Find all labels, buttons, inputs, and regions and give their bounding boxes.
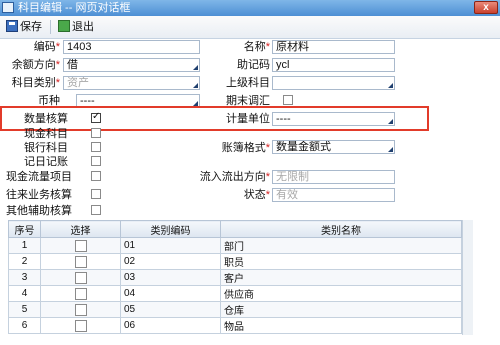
category-select[interactable]: 资产: [63, 76, 200, 90]
inflow-outflow-label: 流入流出方向*: [199, 171, 270, 183]
code-input[interactable]: 1403: [63, 40, 200, 54]
row-name: 部门: [220, 237, 462, 254]
row-name: 供应商: [220, 285, 462, 302]
exit-icon: [58, 20, 70, 32]
save-button[interactable]: 保存: [6, 19, 42, 35]
row-code: 03: [120, 269, 221, 286]
row-checkbox[interactable]: [74, 319, 87, 332]
balance-direction-select[interactable]: 借: [63, 58, 200, 72]
balance-direction-label: 余额方向*: [11, 59, 60, 71]
other-auxiliary-label: 其他辅助核算: [6, 205, 72, 217]
daily-journal-checkbox[interactable]: [91, 156, 101, 166]
category-label: 科目类别*: [11, 77, 60, 89]
header-no: 序号: [8, 220, 41, 238]
row-no: 2: [8, 253, 41, 270]
table-row[interactable]: 2 02 职员: [8, 253, 462, 270]
name-label: 名称*: [243, 41, 270, 53]
row-select[interactable]: [40, 317, 121, 334]
row-select[interactable]: [40, 237, 121, 254]
row-select[interactable]: [40, 253, 121, 270]
category-table: 序号 选择 类别编码 类别名称 1 01 部门 2 02 职员 3 03 客户 …: [8, 220, 462, 334]
row-no: 3: [8, 269, 41, 286]
bank-account-checkbox[interactable]: [91, 142, 101, 152]
row-checkbox[interactable]: [74, 271, 87, 284]
row-checkbox[interactable]: [74, 239, 87, 252]
save-icon: [6, 20, 18, 32]
row-select[interactable]: [40, 301, 121, 318]
row-code: 02: [120, 253, 221, 270]
row-no: 4: [8, 285, 41, 302]
header-select: 选择: [40, 220, 121, 238]
status-label: 状态*: [243, 189, 270, 201]
row-code: 05: [120, 301, 221, 318]
cash-account-label: 现金科目: [24, 128, 68, 140]
mnemonic-input[interactable]: ycl: [272, 58, 395, 72]
row-code: 06: [120, 317, 221, 334]
row-checkbox[interactable]: [74, 287, 87, 300]
table-row[interactable]: 3 03 客户: [8, 269, 462, 286]
row-name: 客户: [220, 269, 462, 286]
table-row[interactable]: 5 05 仓库: [8, 301, 462, 318]
daily-journal-label: 记日记账: [24, 156, 68, 168]
bank-account-label: 银行科目: [24, 142, 68, 154]
row-code: 01: [120, 237, 221, 254]
row-checkbox[interactable]: [74, 303, 87, 316]
row-no: 5: [8, 301, 41, 318]
ledger-format-label: 账簿格式*: [221, 142, 270, 154]
inflow-outflow-select[interactable]: 无限制: [272, 170, 395, 184]
status-select[interactable]: 有效: [272, 188, 395, 202]
row-select[interactable]: [40, 285, 121, 302]
ledger-format-select[interactable]: 数量金额式: [272, 140, 395, 154]
table-row[interactable]: 4 04 供应商: [8, 285, 462, 302]
row-no: 1: [8, 237, 41, 254]
parent-account-select[interactable]: [272, 76, 395, 90]
window-titlebar: 科目编辑 -- 网页对话框 x: [0, 0, 500, 16]
close-button[interactable]: x: [474, 1, 498, 14]
name-input[interactable]: 原材料: [272, 40, 395, 54]
row-name: 职员: [220, 253, 462, 270]
header-category-name: 类别名称: [220, 220, 462, 238]
app-icon: [2, 2, 14, 13]
toolbar-separator: [50, 20, 51, 34]
other-auxiliary-checkbox[interactable]: [91, 205, 101, 215]
exit-label: 退出: [72, 21, 94, 33]
table-row[interactable]: 1 01 部门: [8, 237, 462, 254]
code-label: 编码*: [33, 41, 60, 53]
row-code: 04: [120, 285, 221, 302]
current-business-label: 往来业务核算: [6, 189, 72, 201]
header-category-code: 类别编码: [120, 220, 221, 238]
cashflow-item-label: 现金流量项目: [6, 171, 72, 183]
parent-account-label: 上级科目: [226, 77, 270, 89]
row-no: 6: [8, 317, 41, 334]
period-end-checkbox[interactable]: [283, 95, 293, 105]
toolbar: 保存 退出: [0, 16, 500, 39]
window-title: 科目编辑 -- 网页对话框: [18, 2, 131, 14]
row-name: 物品: [220, 317, 462, 334]
table-row[interactable]: 6 06 物品: [8, 317, 462, 334]
cash-account-checkbox[interactable]: [91, 128, 101, 138]
exit-button[interactable]: 退出: [58, 19, 94, 35]
mnemonic-label: 助记码: [237, 59, 270, 71]
cashflow-item-checkbox[interactable]: [91, 171, 101, 181]
table-scrollbar[interactable]: [462, 220, 473, 335]
table-header-row: 序号 选择 类别编码 类别名称: [8, 220, 462, 238]
current-business-checkbox[interactable]: [91, 189, 101, 199]
row-name: 仓库: [220, 301, 462, 318]
row-checkbox[interactable]: [74, 255, 87, 268]
row-select[interactable]: [40, 269, 121, 286]
save-label: 保存: [20, 21, 42, 33]
